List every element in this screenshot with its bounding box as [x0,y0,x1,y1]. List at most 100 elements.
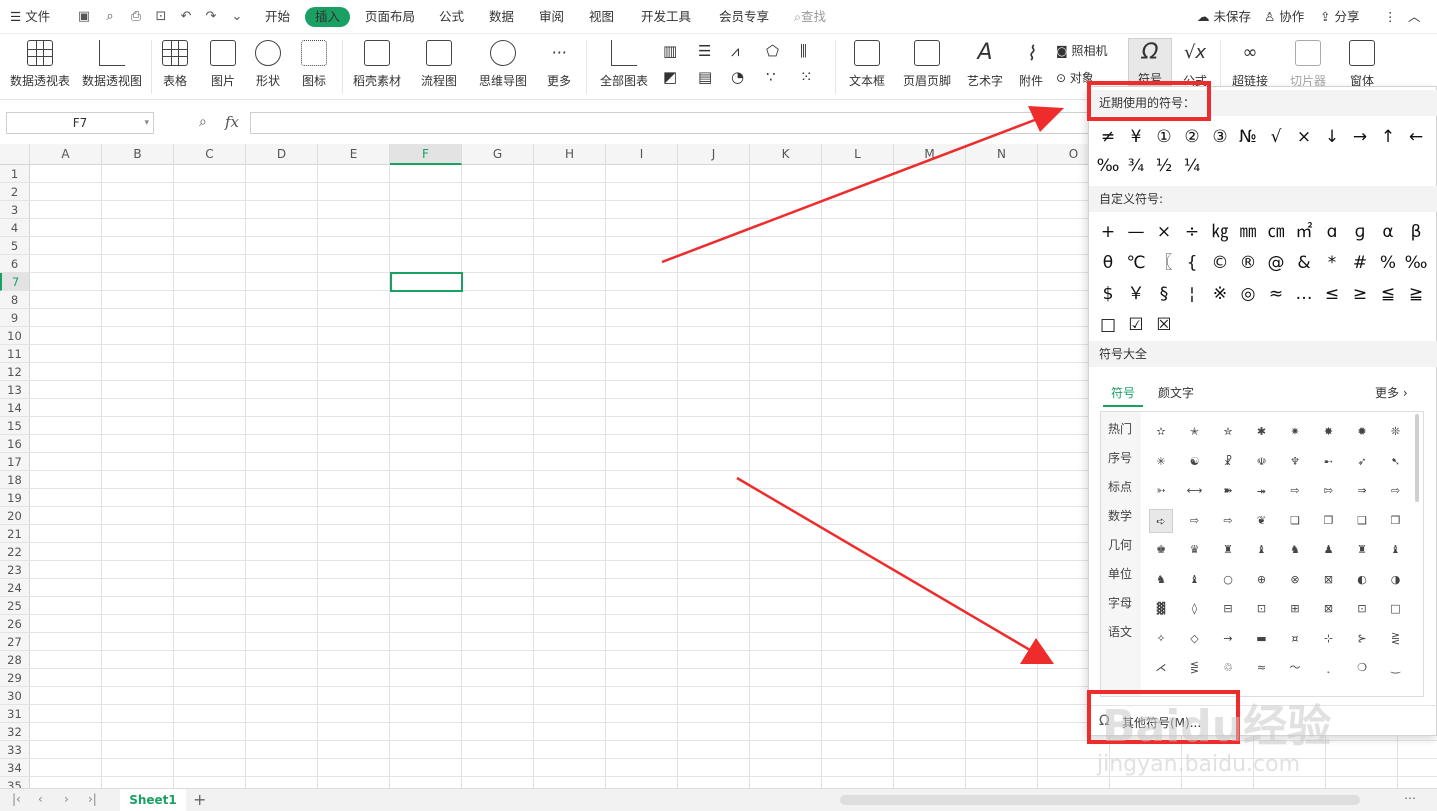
row-header-7[interactable]: 7 [0,273,30,291]
category-item[interactable]: 标点 [1101,478,1139,495]
symbol-grid-scrollbar[interactable] [1415,414,1419,502]
custom-symbol[interactable]: ㎏ [1206,219,1234,245]
column-header-f[interactable]: F [390,144,462,165]
symbol-cell[interactable]: ♞ [1149,568,1173,592]
symbol-cell[interactable]: ❏ [1283,509,1307,533]
custom-symbol[interactable]: ɑ [1318,219,1346,245]
symbol-cell[interactable]: ➽ [1216,479,1240,503]
save-icon[interactable]: ▣ [76,9,92,25]
row-header-35[interactable]: 35 [0,777,30,788]
symbol-cell[interactable]: ¤ [1283,627,1307,651]
customize-chevron-icon[interactable]: ⌄ [229,9,245,25]
line-chart-icon[interactable]: ⩘ [731,42,739,60]
symbol-cell[interactable]: ✧ [1149,627,1173,651]
symbol-cell[interactable]: ◑ [1384,568,1408,592]
camera-button[interactable]: ◙ 照相机 [1056,42,1108,59]
custom-symbol[interactable]: × [1150,219,1178,245]
table-button[interactable]: 表格 [158,34,192,100]
file-menu-button[interactable]: ☰ 文件 [10,0,50,34]
symbol-cell[interactable]: ˛ [1317,656,1341,680]
recent-symbol[interactable]: ¼ [1178,153,1206,179]
row-header-3[interactable]: 3 [0,201,30,219]
row-header-24[interactable]: 24 [0,579,30,597]
symbol-cell[interactable]: ✮ [1216,420,1240,444]
print-preview-icon[interactable]: ⊡ [153,9,169,25]
fx-icon[interactable]: fx [225,113,239,131]
category-item[interactable]: 语文 [1101,623,1139,640]
custom-symbol[interactable]: ≧ [1402,281,1430,307]
search-box[interactable]: ⌕查找 [794,0,826,34]
column-chart-icon[interactable]: ▥ [663,42,677,60]
category-item[interactable]: 几何 [1101,536,1139,553]
column-header-g[interactable]: G [462,144,534,165]
symbol-cell[interactable]: ☯ [1183,450,1207,474]
recent-symbol[interactable]: ½ [1150,153,1178,179]
row-header-2[interactable]: 2 [0,183,30,201]
bubble-chart-icon[interactable]: ⁙ [800,68,813,86]
unsaved-button[interactable]: ☁ 未保存 [1197,0,1251,34]
symbol-cell[interactable]: ⋚ [1183,656,1207,680]
symbol-cell[interactable]: ♲ [1216,656,1240,680]
art-text-button[interactable]: A 艺术字 [960,34,1010,100]
symbol-cell[interactable]: ❊ [1384,420,1408,444]
symbol-cell[interactable]: ⇰ [1317,479,1341,503]
custom-symbol[interactable]: ÷ [1178,219,1206,245]
custom-symbol[interactable]: © [1206,250,1234,276]
symbol-cell[interactable]: ◇ [1183,627,1207,651]
custom-symbol[interactable]: ≥ [1346,281,1374,307]
custom-symbol[interactable]: ℃ [1122,250,1150,276]
tab-kaomoji[interactable]: 颜文字 [1158,384,1194,401]
tab-review[interactable]: 审阅 [539,0,564,34]
symbol-cell[interactable]: ≈ [1250,656,1274,680]
symbol-cell[interactable]: ⟷ [1183,479,1207,503]
category-item[interactable]: 序号 [1101,449,1139,466]
symbol-cell[interactable]: ❦ [1250,509,1274,533]
recent-symbol[interactable]: ↑ [1374,124,1402,150]
symbol-cell[interactable]: ➸ [1317,450,1341,474]
symbol-cell[interactable]: ✸ [1317,420,1341,444]
custom-symbol[interactable]: □ [1094,312,1122,338]
symbol-cell[interactable]: ♆ [1283,450,1307,474]
custom-symbol[interactable]: ㎜ [1234,219,1262,245]
symbol-cell[interactable]: ▓ [1149,597,1173,621]
symbol-cell[interactable]: ○ [1216,568,1240,592]
symbol-cell[interactable]: ❍ [1350,656,1374,680]
row-header-15[interactable]: 15 [0,417,30,435]
custom-symbol[interactable]: { [1178,250,1206,276]
custom-symbol[interactable]: % [1374,250,1402,276]
row-header-22[interactable]: 22 [0,543,30,561]
symbol-cell[interactable]: ➷ [1384,450,1408,474]
custom-symbol[interactable]: * [1318,250,1346,276]
recent-symbol[interactable]: ② [1178,124,1206,150]
sheet-tab-sheet1[interactable]: Sheet1 [120,789,186,811]
row-header-30[interactable]: 30 [0,687,30,705]
collapse-ribbon-icon[interactable]: ︿ [1408,0,1421,34]
row-header-11[interactable]: 11 [0,345,30,363]
tab-home[interactable]: 开始 [265,0,290,34]
pivot-table-button[interactable]: 数据透视表 [8,34,72,100]
symbol-cell[interactable]: ⊞ [1283,597,1307,621]
mindmap-button[interactable]: 思维导图 [471,34,535,100]
share-button[interactable]: ⇪ 分享 [1320,0,1359,34]
column-header-i[interactable]: I [606,144,678,165]
more-button[interactable]: ··· 更多 [540,34,578,100]
pivot-chart-button[interactable]: 数据透视图 [80,34,144,100]
tab-formulas[interactable]: 公式 [439,0,464,34]
symbol-cell[interactable]: ▬ [1250,627,1274,651]
symbol-cell[interactable]: ⊟ [1216,597,1240,621]
symbol-cell[interactable]: ❑ [1350,509,1374,533]
print-icon[interactable]: ⎙ [128,9,144,25]
symbol-cell[interactable]: ❒ [1384,509,1408,533]
symbol-cell[interactable]: ♞ [1283,538,1307,562]
column-header-d[interactable]: D [246,144,318,165]
symbol-cell[interactable]: ♝ [1183,568,1207,592]
recent-symbol[interactable]: ↓ [1318,124,1346,150]
formula-input[interactable] [250,112,1090,134]
zoom-search-icon[interactable]: ⌕ [199,114,207,130]
column-header-l[interactable]: L [822,144,894,165]
symbol-cell[interactable]: ✱ [1250,420,1274,444]
symbol-cell[interactable]: ➶ [1350,450,1374,474]
custom-symbol[interactable]: ㎝ [1262,219,1290,245]
selected-cell[interactable] [390,272,463,292]
symbol-cell[interactable]: ⊠ [1317,597,1341,621]
